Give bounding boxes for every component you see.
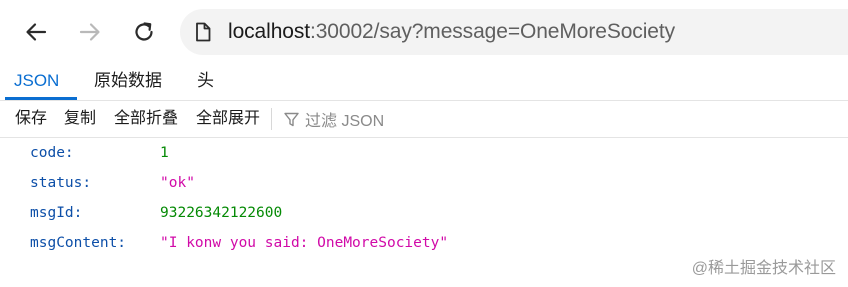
- arrow-right-icon: [79, 23, 100, 41]
- json-key: msgId:: [30, 205, 83, 221]
- json-row: msgId: 93226342122600: [0, 198, 848, 228]
- filter-icon: [284, 112, 299, 126]
- tab-json[interactable]: JSON: [5, 64, 77, 100]
- page-icon: [196, 22, 211, 42]
- url-path: :30002/say?message=OneMoreSociety: [309, 20, 675, 43]
- save-button[interactable]: 保存: [15, 101, 47, 137]
- copy-button[interactable]: 复制: [64, 101, 96, 137]
- address-bar[interactable]: localhost:30002/say?message=OneMoreSocie…: [180, 9, 848, 55]
- json-value: 1: [160, 145, 169, 161]
- json-row: status: "ok": [0, 168, 848, 198]
- json-value: "I konw you said: OneMoreSociety": [160, 235, 449, 251]
- tab-raw-data[interactable]: 原始数据: [94, 64, 162, 100]
- json-key: msgContent:: [30, 235, 127, 251]
- url-host: localhost: [228, 20, 310, 43]
- json-row: code: 1: [0, 138, 848, 168]
- viewer-tabs: JSON 原始数据 头: [0, 64, 848, 101]
- filter-json-input[interactable]: 过滤 JSON: [283, 101, 384, 137]
- expand-all-button[interactable]: 全部展开: [196, 101, 260, 137]
- collapse-all-button[interactable]: 全部折叠: [114, 101, 178, 137]
- json-action-bar: 保存 复制 全部折叠 全部展开 过滤 JSON: [0, 101, 848, 138]
- json-value: 93226342122600: [160, 205, 283, 221]
- toolbar-divider: [271, 108, 272, 130]
- forward-button[interactable]: [72, 14, 108, 50]
- reload-icon: [135, 22, 153, 41]
- watermark: @稀土掘金技术社区: [691, 260, 836, 277]
- arrow-left-icon: [26, 23, 47, 41]
- json-key: code:: [30, 145, 74, 161]
- json-value: "ok": [160, 175, 195, 191]
- json-key: status:: [30, 175, 92, 191]
- back-button[interactable]: [18, 14, 54, 50]
- browser-toolbar: localhost:30002/say?message=OneMoreSocie…: [0, 0, 848, 64]
- tab-headers[interactable]: 头: [197, 64, 214, 100]
- url-text[interactable]: localhost:30002/say?message=OneMoreSocie…: [228, 20, 675, 44]
- reload-button[interactable]: [126, 14, 162, 50]
- filter-placeholder: 过滤 JSON: [305, 113, 385, 130]
